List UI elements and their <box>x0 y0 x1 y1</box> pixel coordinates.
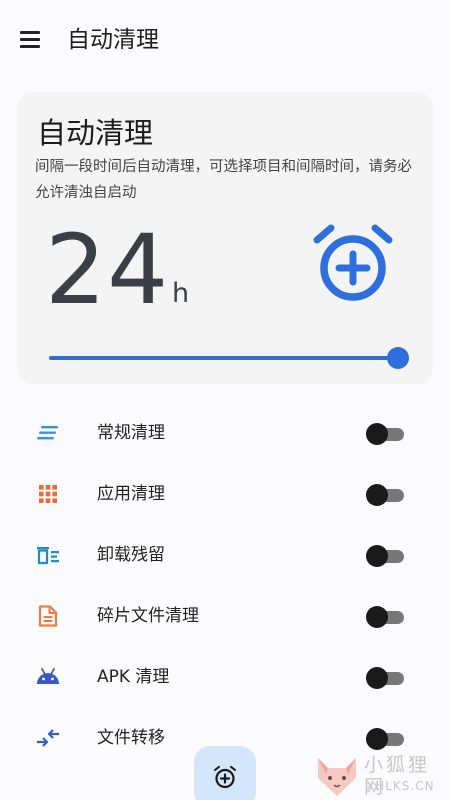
slider-track <box>49 356 398 360</box>
toggle-knob <box>366 728 388 750</box>
item-toggle[interactable] <box>366 545 404 567</box>
interval-hours-unit: h <box>172 278 190 309</box>
transfer-icon <box>36 727 60 749</box>
toggle-knob <box>366 423 388 445</box>
item-label: APK 清理 <box>97 667 170 687</box>
toggle-knob <box>366 606 388 628</box>
fox-logo-icon <box>312 752 362 800</box>
item-fragment-clean[interactable]: 碎片文件清理 <box>0 591 450 641</box>
item-label: 卸载残留 <box>97 545 165 565</box>
auto-clean-card: 自动清理 间隔一段时间后自动清理，可选择项目和间隔时间，请务必允许清浊自启动 2… <box>17 92 433 384</box>
lines-icon <box>36 422 60 444</box>
card-description: 间隔一段时间后自动清理，可选择项目和间隔时间，请务必允许清浊自启动 <box>35 159 412 201</box>
app-bar: 自动清理 <box>0 0 450 80</box>
card-title: 自动清理 <box>37 116 154 150</box>
item-label: 文件转移 <box>97 728 165 748</box>
item-label: 应用清理 <box>97 484 165 504</box>
toggle-knob <box>366 484 388 506</box>
alarm-add-icon <box>214 765 236 789</box>
item-toggle[interactable] <box>366 423 404 445</box>
add-alarm-fab[interactable] <box>194 746 256 800</box>
toggle-knob <box>366 545 388 567</box>
watermark-domain: XHLKS.CN <box>366 779 435 793</box>
grid-icon <box>36 483 60 505</box>
interval-hours-value: 24 <box>45 214 170 326</box>
item-label: 碎片文件清理 <box>97 606 199 626</box>
android-icon <box>36 666 60 688</box>
item-toggle[interactable] <box>366 606 404 628</box>
watermark: 小狐狸网 XHLKS.CN <box>312 752 450 800</box>
item-regular-clean[interactable]: 常规清理 <box>0 408 450 458</box>
item-label: 常规清理 <box>97 423 165 443</box>
item-apk-clean[interactable]: APK 清理 <box>0 652 450 702</box>
item-toggle[interactable] <box>366 484 404 506</box>
trash-list-icon <box>36 544 60 566</box>
page-title: 自动清理 <box>67 27 159 53</box>
slider-thumb[interactable] <box>387 347 409 369</box>
toggle-knob <box>366 667 388 689</box>
item-toggle[interactable] <box>366 728 404 750</box>
item-uninstall-residue[interactable]: 卸载残留 <box>0 530 450 580</box>
item-toggle[interactable] <box>366 667 404 689</box>
document-icon <box>36 605 60 627</box>
menu-icon[interactable] <box>18 28 42 50</box>
interval-slider[interactable] <box>49 346 409 370</box>
alarm-add-icon[interactable] <box>313 224 393 304</box>
item-app-clean[interactable]: 应用清理 <box>0 469 450 519</box>
